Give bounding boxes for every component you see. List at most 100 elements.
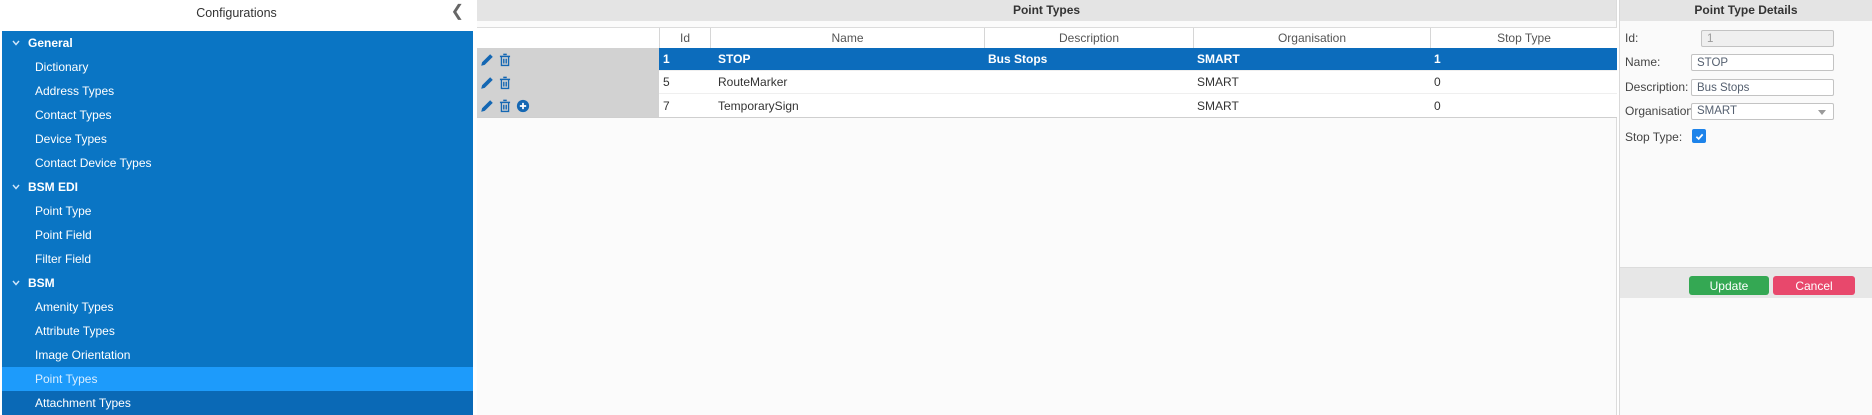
cell-name: STOP xyxy=(710,48,984,71)
sidebar-group-bsm[interactable]: BSM xyxy=(2,271,473,295)
chevron-down-icon xyxy=(12,40,20,46)
sidebar-item-label: Point Field xyxy=(35,228,92,242)
sidebar-group-label: BSM xyxy=(28,276,55,290)
column-header-organisation[interactable]: Organisation xyxy=(1193,28,1430,48)
sidebar-item-attribute-types[interactable]: Attribute Types xyxy=(2,319,473,343)
sidebar-item-label: Contact Device Types xyxy=(35,156,152,170)
field-row-description: Description: xyxy=(1620,79,1872,96)
field-row-id: Id: xyxy=(1620,30,1872,47)
point-type-details-panel: Point Type Details Id: Name: Description… xyxy=(1619,0,1872,415)
field-row-stop-type: Stop Type: xyxy=(1620,129,1872,146)
delete-icon[interactable] xyxy=(498,99,512,113)
sidebar-item-address-types[interactable]: Address Types xyxy=(2,79,473,103)
edit-icon[interactable] xyxy=(480,53,494,67)
organisation-selected-value: SMART xyxy=(1697,105,1738,117)
sidebar-item-dictionary[interactable]: Dictionary xyxy=(2,55,473,79)
edit-icon[interactable] xyxy=(480,76,494,90)
sidebar-group-general[interactable]: General xyxy=(2,31,473,55)
sidebar-group-label: BSM EDI xyxy=(28,180,79,194)
description-field[interactable] xyxy=(1691,79,1834,96)
sidebar-header: Configurations ❮ xyxy=(0,0,473,31)
sidebar-item-label: Point Types xyxy=(35,372,98,386)
sidebar-item-label: Amenity Types xyxy=(35,300,114,314)
organisation-select[interactable]: SMART xyxy=(1691,103,1834,120)
column-header-stop-type[interactable]: Stop Type xyxy=(1430,28,1617,48)
cancel-button[interactable]: Cancel xyxy=(1773,276,1855,295)
cell-stop-type: 0 xyxy=(1430,71,1617,94)
update-button[interactable]: Update xyxy=(1689,276,1769,295)
edit-icon[interactable] xyxy=(480,99,494,113)
cell-name: TemporarySign xyxy=(710,94,984,117)
cell-organisation: SMART xyxy=(1193,71,1430,94)
sidebar-item-label: Point Type xyxy=(35,204,92,218)
column-header-description[interactable]: Description xyxy=(984,28,1193,48)
sidebar-item-device-types[interactable]: Device Types xyxy=(2,127,473,151)
sidebar-group-label: General xyxy=(28,36,73,50)
id-label: Id: xyxy=(1625,31,1639,45)
row-actions xyxy=(477,94,659,117)
chevron-down-icon xyxy=(12,184,20,190)
sidebar-item-label: Address Types xyxy=(35,84,115,98)
sidebar-menu: General Dictionary Address Types Contact… xyxy=(2,31,473,415)
sidebar-item-filter-field[interactable]: Filter Field xyxy=(2,247,473,271)
table-row[interactable]: 7 TemporarySign SMART 0 xyxy=(477,94,1617,117)
sidebar-item-label: Attribute Types xyxy=(35,324,115,338)
sidebar-item-attachment-types[interactable]: Attachment Types xyxy=(2,391,473,415)
field-row-organisation: Organisation: SMART xyxy=(1620,103,1872,120)
id-field xyxy=(1701,30,1834,47)
sidebar-item-amenity-types[interactable]: Amenity Types xyxy=(2,295,473,319)
table-row[interactable]: 1 STOP Bus Stops SMART 1 xyxy=(477,48,1617,71)
cell-stop-type: 1 xyxy=(1430,48,1617,71)
cell-name: RouteMarker xyxy=(710,71,984,94)
point-types-panel: Point Types Id Name Description Organisa… xyxy=(477,0,1617,415)
description-label: Description: xyxy=(1625,80,1689,94)
column-header-actions xyxy=(477,28,659,48)
sidebar-item-point-type[interactable]: Point Type xyxy=(2,199,473,223)
details-footer: Update Cancel xyxy=(1620,267,1872,298)
column-header-id[interactable]: Id xyxy=(659,28,710,48)
field-row-name: Name: xyxy=(1620,54,1872,71)
name-field[interactable] xyxy=(1691,54,1834,71)
chevron-down-icon xyxy=(12,280,20,286)
sidebar-item-label: Contact Types xyxy=(35,108,112,122)
table-row[interactable]: 5 RouteMarker SMART 0 xyxy=(477,71,1617,94)
details-title: Point Type Details xyxy=(1620,0,1872,21)
collapse-sidebar-icon[interactable]: ❮ xyxy=(451,1,464,23)
cell-organisation: SMART xyxy=(1193,94,1430,117)
organisation-label: Organisation: xyxy=(1625,104,1697,118)
cell-description: Bus Stops xyxy=(984,48,1193,71)
check-icon xyxy=(1695,133,1703,140)
cell-id: 7 xyxy=(659,94,710,117)
grid-header: Id Name Description Organisation Stop Ty… xyxy=(477,27,1617,48)
configurations-sidebar: Configurations ❮ General Dictionary Addr… xyxy=(0,0,473,415)
sidebar-item-label: Image Orientation xyxy=(35,348,131,362)
add-icon[interactable] xyxy=(516,99,530,113)
row-actions xyxy=(477,71,659,94)
sidebar-item-label: Device Types xyxy=(35,132,107,146)
cell-description xyxy=(984,94,1193,117)
sidebar-group-bsm-edi[interactable]: BSM EDI xyxy=(2,175,473,199)
cell-description xyxy=(984,71,1193,94)
sidebar-item-point-types[interactable]: Point Types xyxy=(2,367,473,391)
cell-id: 5 xyxy=(659,71,710,94)
sidebar-item-label: Dictionary xyxy=(35,60,89,74)
delete-icon[interactable] xyxy=(498,76,512,90)
sidebar-item-contact-types[interactable]: Contact Types xyxy=(2,103,473,127)
grid-body: 1 STOP Bus Stops SMART 1 5 RouteMarker S… xyxy=(477,48,1617,118)
sidebar-item-contact-device-types[interactable]: Contact Device Types xyxy=(2,151,473,175)
column-header-name[interactable]: Name xyxy=(710,28,984,48)
stop-type-label: Stop Type: xyxy=(1625,130,1683,144)
sidebar-item-label: Attachment Types xyxy=(35,396,131,410)
cell-organisation: SMART xyxy=(1193,48,1430,71)
sidebar-title: Configurations xyxy=(196,6,277,20)
stop-type-checkbox[interactable] xyxy=(1692,129,1706,143)
name-label: Name: xyxy=(1625,55,1661,69)
delete-icon[interactable] xyxy=(498,53,512,67)
sidebar-item-point-field[interactable]: Point Field xyxy=(2,223,473,247)
chevron-down-icon xyxy=(1818,110,1826,115)
sidebar-item-label: Filter Field xyxy=(35,252,92,266)
sidebar-item-image-orientation[interactable]: Image Orientation xyxy=(2,343,473,367)
panel-title: Point Types xyxy=(477,0,1616,21)
cell-id: 1 xyxy=(659,48,710,71)
cell-stop-type: 0 xyxy=(1430,94,1617,117)
